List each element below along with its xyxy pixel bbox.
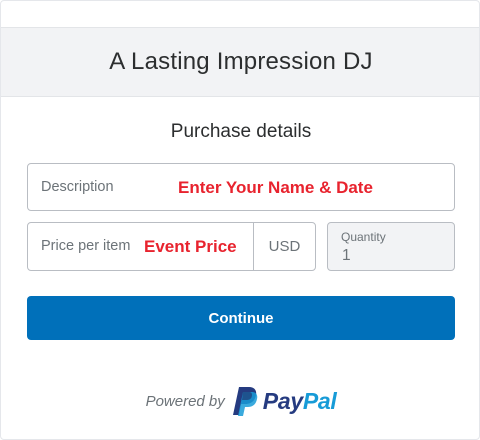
paypal-wordmark-pay: Pay <box>262 387 303 414</box>
quantity-field[interactable]: Quantity 1 <box>327 222 455 271</box>
price-label: Price per item <box>41 238 131 254</box>
price-field[interactable]: Price per item Event Price USD <box>27 222 316 271</box>
section-title: Purchase details <box>170 121 312 142</box>
description-field[interactable]: Description Enter Your Name & Date <box>27 163 455 211</box>
quantity-value: 1 <box>342 247 351 264</box>
quantity-label: Quantity <box>341 230 386 244</box>
header-bar: A Lasting Impression DJ <box>1 27 479 97</box>
price-value: Event Price <box>144 237 237 256</box>
description-value: Enter Your Name & Date <box>178 178 373 197</box>
paypal-p-icon <box>232 387 258 416</box>
purchase-card: A Lasting Impression DJ Purchase details… <box>0 0 480 440</box>
powered-by-footer: Powered by PayPal <box>1 383 479 419</box>
currency-label: USD <box>253 223 315 270</box>
continue-button[interactable]: Continue <box>27 296 455 340</box>
merchant-title: A Lasting Impression DJ <box>109 48 373 75</box>
paypal-wordmark-pal: Pal <box>302 387 337 414</box>
powered-by-text: Powered by <box>145 392 225 410</box>
paypal-logo[interactable]: PayPal <box>232 386 337 416</box>
description-label: Description <box>41 179 114 195</box>
